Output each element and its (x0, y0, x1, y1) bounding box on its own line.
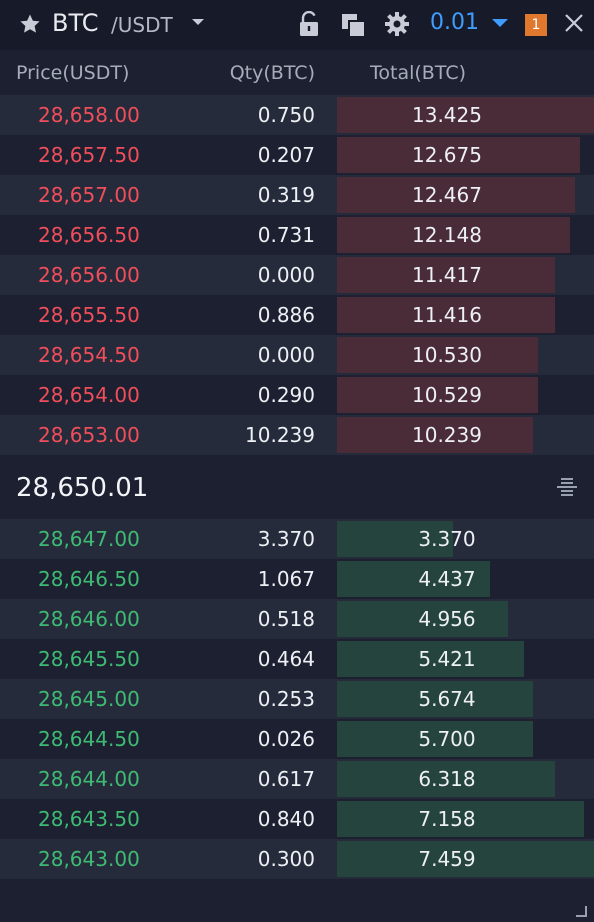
ask-price: 28,655.50 (38, 303, 140, 327)
last-price: 28,650.01 (16, 473, 149, 503)
bid-row[interactable]: 28,646.50 1.067 4.437 (0, 559, 594, 599)
bid-price: 28,646.00 (38, 607, 140, 631)
ask-total: 10.530 (412, 343, 482, 367)
ask-qty: 0.750 (257, 103, 315, 127)
pair-base[interactable]: BTC (52, 9, 98, 37)
ask-total: 13.425 (412, 103, 482, 127)
mid-price-bar: 28,650.01 (0, 455, 594, 519)
bid-qty: 0.253 (257, 687, 315, 711)
ask-total: 10.529 (412, 383, 482, 407)
qty-column-header: Qty(BTC) (229, 62, 315, 84)
precision-select[interactable]: 0.01 (430, 10, 479, 35)
lock-icon[interactable] (298, 11, 320, 37)
bid-qty: 0.617 (257, 767, 315, 791)
bid-total: 5.700 (418, 727, 476, 751)
bid-qty: 1.067 (257, 567, 315, 591)
ask-price: 28,656.50 (38, 223, 140, 247)
column-headers: Price(USDT) Qty(BTC) Total(BTC) (0, 50, 594, 94)
resize-handle-icon[interactable] (574, 904, 588, 918)
layout-badge[interactable]: 1 (525, 14, 547, 36)
bid-price: 28,644.00 (38, 767, 140, 791)
bid-row[interactable]: 28,643.50 0.840 7.158 (0, 799, 594, 839)
ask-row[interactable]: 28,655.50 0.886 11.416 (0, 295, 594, 335)
bid-price: 28,644.50 (38, 727, 140, 751)
bid-qty: 0.518 (257, 607, 315, 631)
chevron-down-icon[interactable] (192, 19, 204, 25)
ask-row[interactable]: 28,654.00 0.290 10.529 (0, 375, 594, 415)
bid-row[interactable]: 28,647.00 3.370 3.370 (0, 519, 594, 559)
bid-row[interactable]: 28,645.50 0.464 5.421 (0, 639, 594, 679)
bid-row[interactable]: 28,645.00 0.253 5.674 (0, 679, 594, 719)
ask-qty: 0.886 (257, 303, 315, 327)
ask-price: 28,657.00 (38, 183, 140, 207)
gear-icon[interactable] (384, 11, 410, 37)
ask-qty: 0.731 (257, 223, 315, 247)
star-icon[interactable] (18, 12, 42, 36)
close-icon[interactable] (563, 12, 585, 34)
bid-qty: 0.464 (257, 647, 315, 671)
bid-total: 5.421 (418, 647, 476, 671)
ask-row[interactable]: 28,653.00 10.239 10.239 (0, 415, 594, 455)
collapse-icon[interactable] (554, 475, 580, 499)
ask-price: 28,654.00 (38, 383, 140, 407)
ask-total: 11.416 (412, 303, 482, 327)
bid-row[interactable]: 28,644.00 0.617 6.318 (0, 759, 594, 799)
ask-price: 28,653.00 (38, 423, 140, 447)
ask-total: 10.239 (412, 423, 482, 447)
bid-total: 4.956 (418, 607, 476, 631)
ask-row[interactable]: 28,654.50 0.000 10.530 (0, 335, 594, 375)
copy-icon[interactable] (341, 13, 365, 37)
bid-qty: 0.300 (257, 847, 315, 871)
bid-total: 5.674 (418, 687, 476, 711)
total-column-header: Total(BTC) (370, 62, 466, 84)
ask-price: 28,658.00 (38, 103, 140, 127)
bid-total: 3.370 (418, 527, 476, 551)
bid-price: 28,647.00 (38, 527, 140, 551)
bid-price: 28,645.50 (38, 647, 140, 671)
bid-qty: 0.840 (257, 807, 315, 831)
ask-total: 12.467 (412, 183, 482, 207)
ask-qty: 0.207 (257, 143, 315, 167)
orderbook-header: BTC /USDT 0.01 1 (0, 0, 594, 50)
ask-total: 12.675 (412, 143, 482, 167)
bid-qty: 0.026 (257, 727, 315, 751)
ask-row[interactable]: 28,657.00 0.319 12.467 (0, 175, 594, 215)
bid-price: 28,643.50 (38, 807, 140, 831)
ask-qty: 0.000 (257, 343, 315, 367)
ask-qty: 10.239 (245, 423, 315, 447)
ask-total: 11.417 (412, 263, 482, 287)
bid-row[interactable]: 28,643.00 0.300 7.459 (0, 839, 594, 879)
bid-row[interactable]: 28,644.50 0.026 5.700 (0, 719, 594, 759)
ask-price: 28,654.50 (38, 343, 140, 367)
ask-price: 28,657.50 (38, 143, 140, 167)
ask-row[interactable]: 28,656.50 0.731 12.148 (0, 215, 594, 255)
price-column-header: Price(USDT) (16, 62, 130, 84)
pair-quote[interactable]: /USDT (111, 13, 173, 37)
bid-total: 7.158 (418, 807, 476, 831)
ask-row[interactable]: 28,656.00 0.000 11.417 (0, 255, 594, 295)
ask-price: 28,656.00 (38, 263, 140, 287)
bid-total: 4.437 (418, 567, 476, 591)
bid-row[interactable]: 28,646.00 0.518 4.956 (0, 599, 594, 639)
bid-qty: 3.370 (257, 527, 315, 551)
bid-price: 28,645.00 (38, 687, 140, 711)
ask-row[interactable]: 28,657.50 0.207 12.675 (0, 135, 594, 175)
ask-qty: 0.000 (257, 263, 315, 287)
bid-price: 28,643.00 (38, 847, 140, 871)
chevron-down-icon[interactable] (492, 19, 508, 27)
ask-total: 12.148 (412, 223, 482, 247)
bid-total: 6.318 (418, 767, 476, 791)
ask-qty: 0.319 (257, 183, 315, 207)
ask-qty: 0.290 (257, 383, 315, 407)
ask-row[interactable]: 28,658.00 0.750 13.425 (0, 95, 594, 135)
bid-price: 28,646.50 (38, 567, 140, 591)
bid-total: 7.459 (418, 847, 476, 871)
